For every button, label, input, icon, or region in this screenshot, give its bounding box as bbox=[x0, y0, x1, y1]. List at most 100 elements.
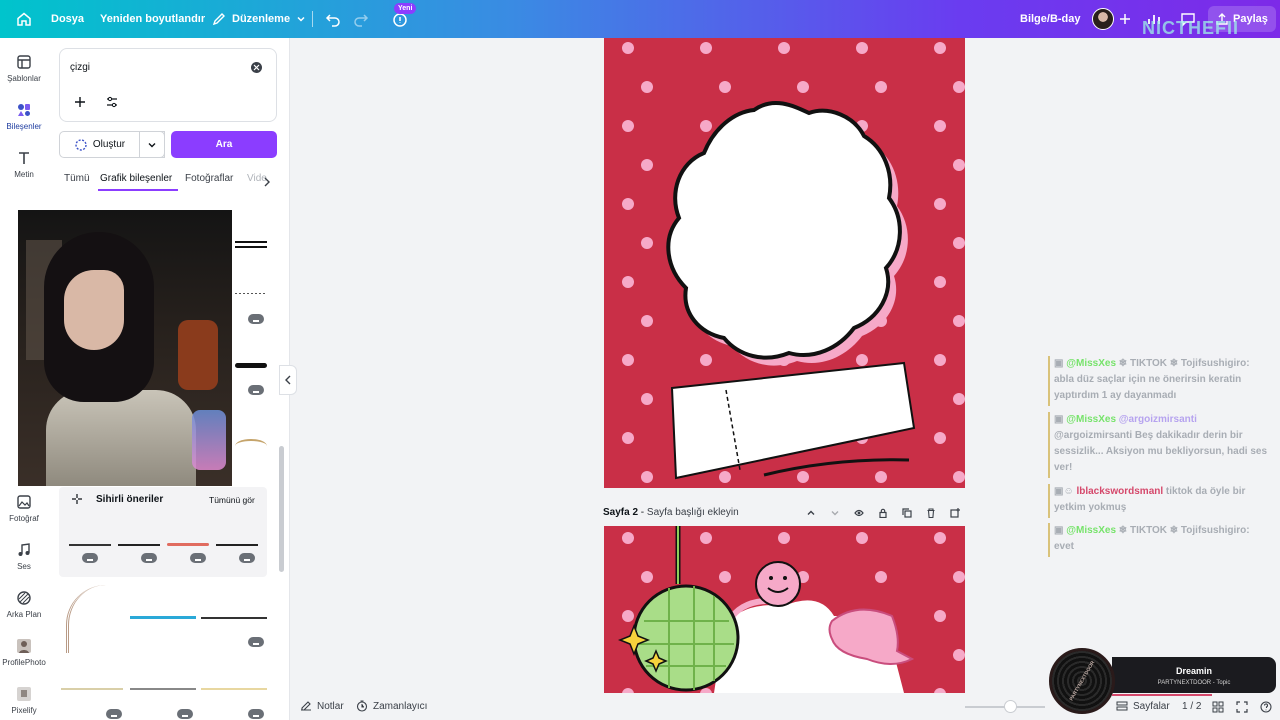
track-progress bbox=[1112, 694, 1212, 696]
trash-icon[interactable] bbox=[926, 508, 936, 518]
search-box[interactable]: çizgi bbox=[59, 48, 277, 122]
page-2-header: Sayfa 2 - Sayfa başlığı ekleyin bbox=[603, 507, 739, 518]
thick-line-graphic[interactable] bbox=[235, 363, 267, 368]
tabs-scroll-right-button[interactable] bbox=[263, 174, 271, 192]
tab-all[interactable]: Tümü bbox=[64, 173, 90, 184]
add-button[interactable] bbox=[74, 95, 86, 113]
photo-icon bbox=[17, 495, 31, 509]
line-graphic[interactable] bbox=[216, 544, 258, 546]
file-menu[interactable]: Dosya bbox=[51, 0, 84, 38]
undo-icon bbox=[325, 14, 340, 27]
arc-line-graphic[interactable] bbox=[235, 439, 267, 453]
rail-item-text[interactable]: Metin bbox=[0, 150, 48, 179]
file-label: Dosya bbox=[51, 13, 85, 25]
divider bbox=[312, 0, 313, 38]
zoom-slider-handle[interactable] bbox=[1004, 700, 1017, 713]
templates-icon bbox=[17, 55, 31, 69]
page-title-input[interactable]: Sayfa başlığı ekleyin bbox=[647, 507, 739, 518]
magic-suggestions-card: Sihirli öneriler Tümünü gör bbox=[59, 487, 267, 577]
rail-item-photo[interactable]: Fotoğraf bbox=[0, 494, 48, 523]
resize-label: Yeniden boyutlandır bbox=[100, 13, 206, 25]
cover-text: PARTYNEXTDOOR bbox=[1068, 660, 1096, 702]
clear-search-button[interactable] bbox=[251, 62, 262, 73]
line-graphic[interactable] bbox=[167, 543, 209, 546]
page-actions bbox=[806, 508, 960, 518]
create-label: Oluştur bbox=[92, 139, 126, 150]
rail-label: Metin bbox=[14, 170, 34, 179]
panel-scrollbar[interactable] bbox=[279, 446, 284, 572]
notes-label: Notlar bbox=[317, 700, 344, 712]
elements-icon bbox=[18, 104, 30, 116]
rail-item-profile-photo[interactable]: ProfilePhoto bbox=[0, 638, 48, 667]
design-page-2[interactable] bbox=[604, 526, 965, 693]
chevron-down-icon bbox=[148, 142, 156, 147]
avatar[interactable] bbox=[1092, 0, 1114, 38]
chevron-left-icon bbox=[285, 375, 291, 385]
chat-text: @argoizmirsanti Beş dakikadır derin bir … bbox=[1054, 430, 1268, 473]
new-badge: Yeni bbox=[394, 3, 417, 14]
create-dropdown-button[interactable] bbox=[139, 131, 165, 158]
see-all-link[interactable]: Tümünü gör bbox=[209, 495, 255, 505]
rail-item-templates[interactable]: Şablonlar bbox=[0, 54, 48, 83]
add-page-icon[interactable] bbox=[950, 508, 960, 518]
undo-button[interactable] bbox=[325, 0, 341, 38]
timer-button[interactable]: Zamanlayıcı bbox=[356, 700, 427, 712]
line-graphic[interactable] bbox=[201, 688, 267, 690]
chat-message: ▣ @MissXes ❄ TIKTOK ❄ Tojifsushigiro: ab… bbox=[1048, 356, 1272, 406]
design-page-1[interactable] bbox=[604, 38, 965, 488]
magic-title: Sihirli öneriler bbox=[96, 494, 164, 505]
line-graphic[interactable] bbox=[130, 616, 196, 619]
close-icon bbox=[253, 64, 260, 71]
rail-item-pixelify[interactable]: Pixelify bbox=[0, 686, 48, 715]
now-playing-widget: Dreamin PARTYNEXTDOOR - Topic PARTYNEXTD… bbox=[1048, 648, 1276, 716]
rail-label: Fotoğraf bbox=[9, 514, 39, 523]
audio-icon bbox=[18, 543, 30, 556]
resize-button[interactable]: Yeniden boyutlandır bbox=[100, 0, 205, 38]
home-button[interactable] bbox=[16, 0, 32, 38]
rail-item-audio[interactable]: Ses bbox=[0, 542, 48, 571]
dotted-line-graphic[interactable] bbox=[235, 293, 267, 294]
line-graphic[interactable] bbox=[235, 246, 267, 248]
chevron-up-icon[interactable] bbox=[806, 508, 816, 518]
redo-button[interactable] bbox=[353, 0, 369, 38]
collapse-panel-button[interactable] bbox=[279, 365, 297, 395]
rail-label: Arka Plan bbox=[6, 610, 42, 619]
page-2-label: Sayfa 2 bbox=[603, 507, 639, 518]
rail-item-elements[interactable]: Bileşenler bbox=[0, 102, 48, 131]
twitch-icon: ▣ bbox=[1054, 358, 1067, 369]
sliders-icon bbox=[107, 96, 117, 108]
rail-item-background[interactable]: Arka Plan bbox=[0, 590, 48, 619]
add-collaborator-button[interactable] bbox=[1119, 0, 1131, 38]
line-graphic[interactable] bbox=[130, 688, 196, 690]
line-graphic[interactable] bbox=[235, 241, 267, 243]
document-title[interactable]: Bilge/B-day bbox=[1020, 0, 1081, 38]
line-graphic[interactable] bbox=[69, 544, 111, 546]
edit-menu[interactable]: Düzenleme bbox=[212, 0, 306, 38]
filter-button[interactable] bbox=[106, 95, 118, 113]
search-input[interactable]: çizgi bbox=[70, 62, 90, 73]
tab-graphics[interactable]: Grafik bileşenler bbox=[100, 173, 172, 184]
rail-label: Şablonlar bbox=[7, 74, 41, 83]
line-graphic[interactable] bbox=[61, 688, 123, 690]
chat-username: @MissXes bbox=[1066, 414, 1117, 425]
search-button[interactable]: Ara bbox=[171, 131, 277, 158]
chat-mention: @argoizmirsanti bbox=[1118, 414, 1197, 425]
line-graphic[interactable] bbox=[118, 544, 160, 546]
rail-label: Bileşenler bbox=[6, 122, 42, 131]
tab-photos[interactable]: Fotoğraflar bbox=[185, 173, 233, 184]
profile-photo-icon bbox=[17, 639, 31, 653]
pixelify-icon bbox=[17, 687, 31, 701]
premium-crown-icon bbox=[248, 637, 264, 647]
twitch-icon: ▣ bbox=[1054, 414, 1067, 425]
chat-username: lblackswordsmanl bbox=[1076, 486, 1164, 497]
premium-crown-icon bbox=[106, 709, 122, 719]
rail-label: ProfilePhoto bbox=[2, 658, 46, 667]
line-graphic[interactable] bbox=[201, 617, 267, 619]
premium-crown-icon bbox=[248, 314, 264, 324]
lock-icon[interactable] bbox=[878, 508, 888, 518]
chevron-down-icon[interactable] bbox=[830, 508, 840, 518]
duplicate-icon[interactable] bbox=[902, 508, 912, 518]
edit-label: Düzenleme bbox=[232, 13, 291, 25]
notes-button[interactable]: Notlar bbox=[300, 700, 344, 712]
eye-icon[interactable] bbox=[854, 508, 864, 518]
